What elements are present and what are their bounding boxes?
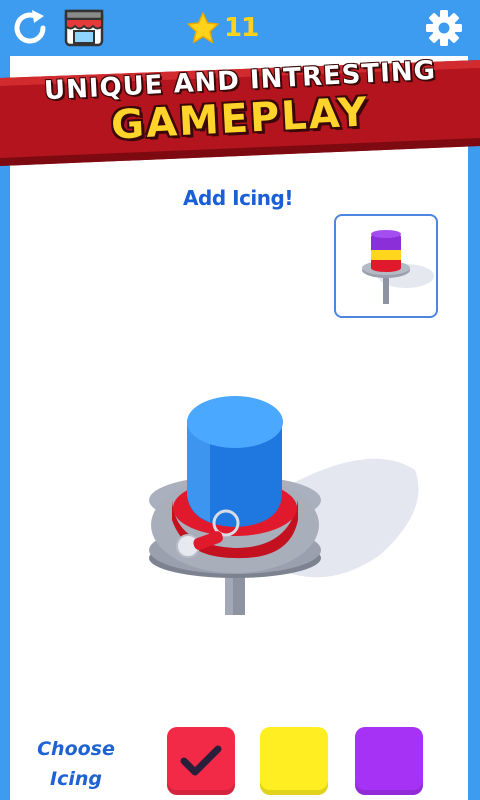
- choose-label-line2: Icing: [50, 768, 102, 790]
- shop-button[interactable]: [62, 6, 106, 50]
- cake-stage[interactable]: [130, 380, 430, 634]
- gear-icon: [426, 10, 462, 46]
- target-cake-image: [362, 230, 434, 304]
- icing-option-red[interactable]: [167, 727, 235, 795]
- top-hud: 11: [0, 0, 480, 56]
- restart-icon: [14, 10, 46, 44]
- choose-icing-label: Choose Icing: [30, 734, 122, 794]
- choose-label-line1: Choose: [37, 738, 115, 760]
- instruction-text: Add Icing!: [183, 186, 293, 210]
- cake-on-turntable: [149, 396, 419, 615]
- star-counter: 11: [186, 10, 259, 46]
- star-count: 11: [224, 13, 259, 43]
- restart-button[interactable]: [8, 6, 52, 50]
- settings-button[interactable]: [422, 6, 466, 50]
- shop-icon: [64, 9, 104, 47]
- icing-option-yellow[interactable]: [260, 727, 328, 795]
- icing-option-purple[interactable]: [355, 727, 423, 795]
- star-icon: [187, 12, 219, 44]
- target-preview: [334, 214, 438, 318]
- check-icon: [180, 745, 222, 776]
